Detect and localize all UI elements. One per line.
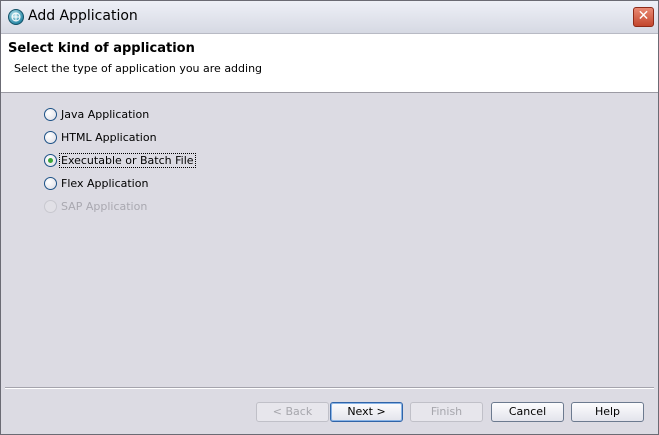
radio-flex-application[interactable] [44, 177, 57, 190]
radio-executable-or-batch-file[interactable] [44, 154, 57, 167]
footer-divider [5, 387, 654, 389]
option-label: Java Application [61, 108, 150, 121]
option-label: Executable or Batch File [59, 153, 196, 168]
add-application-dialog: Add Application ✕ Select kind of applica… [0, 0, 659, 435]
next-button[interactable]: Next > [330, 402, 403, 422]
radio-sap-application [44, 200, 57, 213]
header-panel: Select kind of application Select the ty… [1, 34, 658, 93]
help-button[interactable]: Help [571, 402, 644, 422]
option-label: Flex Application [61, 177, 149, 190]
title-bar[interactable]: Add Application ✕ [1, 1, 658, 34]
page-subtitle: Select the type of application you are a… [14, 62, 263, 75]
radio-java-application[interactable] [44, 108, 57, 121]
globe-icon [8, 9, 24, 25]
cancel-button[interactable]: Cancel [491, 402, 564, 422]
back-button: < Back [256, 402, 329, 422]
radio-html-application[interactable] [44, 131, 57, 144]
option-label: SAP Application [61, 200, 148, 213]
finish-button: Finish [410, 402, 483, 422]
page-title: Select kind of application [8, 41, 195, 56]
window-title: Add Application [28, 8, 138, 24]
close-icon: ✕ [637, 8, 650, 24]
close-button[interactable]: ✕ [633, 7, 654, 27]
option-label: HTML Application [61, 131, 157, 144]
